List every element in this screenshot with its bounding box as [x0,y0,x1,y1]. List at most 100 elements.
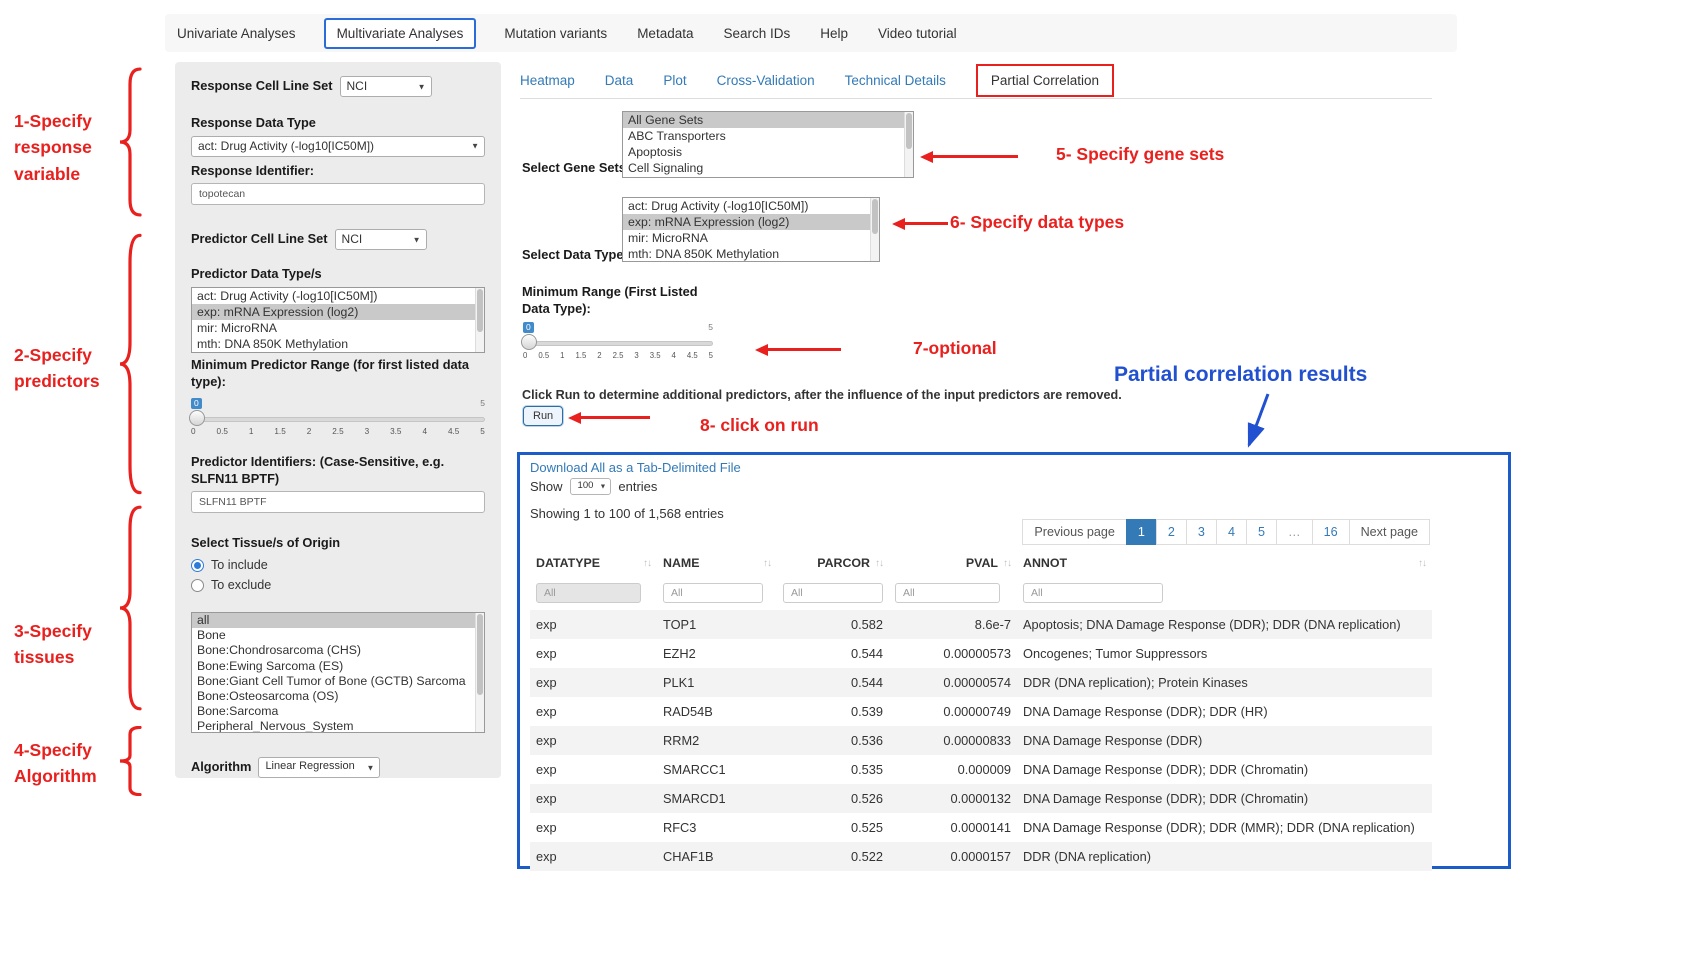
table-row-plk1: expPLK10.5440.00000574DDR (DNA replicati… [530,668,1432,697]
scrollbar-thumb[interactable] [477,289,483,333]
download-link[interactable]: Download All as a Tab-Delimited File [530,460,741,475]
table-row-smarcc1: expSMARCC10.5350.000009DNA Damage Respon… [530,755,1432,784]
nav-tab-metadata[interactable]: Metadata [635,20,695,47]
pagination-3[interactable]: 3 [1186,519,1217,545]
cell-name: TOP1 [657,610,777,639]
nav-tab-search-ids[interactable]: Search IDs [721,20,792,47]
response-data-type-select[interactable]: act: Drug Activity (-log10[IC50M]) ▼ [191,136,485,157]
tissue-option-bone-sarcoma[interactable]: Bone:Sarcoma [192,704,484,719]
gene-set-option-cell-signaling[interactable]: Cell Signaling [623,160,913,176]
slider-handle[interactable] [189,410,205,426]
column-header-annot[interactable]: ANNOT↑↓ [1017,550,1432,576]
predictor-data-type-option-mir-microrna[interactable]: mir: MicroRNA [192,320,484,336]
bracket-step4-icon [116,726,146,796]
cell-datatype: exp [530,813,657,842]
nav-tab-video-tutorial[interactable]: Video tutorial [876,20,959,47]
column-header-name[interactable]: NAME↑↓ [657,550,777,576]
data-type-option-mir-microrna[interactable]: mir: MicroRNA [623,230,879,246]
pagination-next-page[interactable]: Next page [1349,519,1430,545]
response-identifier-input[interactable] [191,183,485,205]
bracket-step2-icon [116,230,146,498]
pagination-1[interactable]: 1 [1126,519,1157,545]
partial-correlation-results-label: Partial correlation results [1114,363,1367,387]
filter-input-annot[interactable] [1023,583,1163,603]
algorithm-select[interactable]: Linear Regression ▼ [258,757,380,778]
annotation-step1: 1-Specify response variable [14,108,92,187]
filter-input-datatype[interactable] [536,583,641,603]
nav-tab-multivariate-analyses[interactable]: Multivariate Analyses [324,18,477,49]
pagination-previous-page[interactable]: Previous page [1022,519,1127,545]
response-cell-line-set-select[interactable]: NCI ▼ [340,76,432,97]
nav-tab-univariate-analyses[interactable]: Univariate Analyses [175,20,298,47]
nav-tab-help[interactable]: Help [818,20,850,47]
cell-pval: 0.00000749 [889,697,1017,726]
scrollbar [475,613,484,732]
arrow-step7-icon [755,343,841,356]
tissue-include-radio[interactable]: To include [191,558,485,572]
cell-pval: 0.0000141 [889,813,1017,842]
data-type-option-act-drug-activity-log10-ic50m[interactable]: act: Drug Activity (-log10[IC50M]) [623,198,879,214]
column-header-parcor[interactable]: PARCOR↑↓ [777,550,889,576]
table-row-top1: expTOP10.5828.6e-7Apoptosis; DNA Damage … [530,610,1432,639]
results-panel: Download All as a Tab-Delimited File Sho… [517,452,1511,869]
nav-tab-mutation-variants[interactable]: Mutation variants [502,20,609,47]
slider-tick: 2 [307,427,312,436]
sidebar-form-panel: Response Cell Line Set NCI ▼ Response Da… [175,62,501,778]
slider-tick: 5 [480,427,485,436]
data-type-option-mth-dna-850k-methylation[interactable]: mth: DNA 850K Methylation [623,246,879,262]
tab-technical-details[interactable]: Technical Details [845,73,946,88]
tissue-option-bone-ewing-sarcoma-es[interactable]: Bone:Ewing Sarcoma (ES) [192,659,484,674]
predictor-identifiers-input[interactable] [191,491,485,513]
gene-set-option-all-gene-sets[interactable]: All Gene Sets [623,112,913,128]
tab-data[interactable]: Data [605,73,634,88]
gene-set-option-abc-transporters[interactable]: ABC Transporters [623,128,913,144]
tissue-option-bone-osteosarcoma-os[interactable]: Bone:Osteosarcoma (OS) [192,689,484,704]
radio-label: To include [211,558,268,572]
filter-input-pval[interactable] [895,583,1000,603]
gene-set-option-apoptosis[interactable]: Apoptosis [623,144,913,160]
predictor-data-type-option-mth-dna-850k-methylation[interactable]: mth: DNA 850K Methylation [192,336,484,352]
entries-per-page-select[interactable]: 100 ▼ [570,478,612,495]
slider-track[interactable] [523,341,713,346]
cell-datatype: exp [530,755,657,784]
predictor-data-type-option-exp-mrna-expression-log2[interactable]: exp: mRNA Expression (log2) [192,304,484,320]
scrollbar-thumb[interactable] [872,199,878,234]
run-instruction-text: Click Run to determine additional predic… [522,388,1122,402]
table-body: expTOP10.5828.6e-7Apoptosis; DNA Damage … [530,610,1432,871]
slider-handle[interactable] [521,334,537,350]
pagination-5[interactable]: 5 [1246,519,1277,545]
pagination-2[interactable]: 2 [1156,519,1187,545]
filter-input-parcor[interactable] [783,583,883,603]
filter-input-name[interactable] [663,583,763,603]
tab-cross-validation[interactable]: Cross-Validation [717,73,815,88]
slider-ticks: 00.511.522.533.544.55 [191,427,485,436]
scrollbar-thumb[interactable] [906,113,912,149]
pagination-4[interactable]: 4 [1216,519,1247,545]
tab-heatmap[interactable]: Heatmap [520,73,575,88]
gene-sets-listbox: All Gene SetsABC TransportersApoptosisCe… [622,111,914,178]
sort-icon: ↑↓ [875,558,883,569]
column-header-datatype[interactable]: DATATYPE↑↓ [530,550,657,576]
tab-partial-correlation[interactable]: Partial Correlation [991,73,1099,88]
tissue-option-all[interactable]: all [192,613,484,628]
scrollbar-thumb[interactable] [477,614,483,695]
column-header-pval[interactable]: PVAL↑↓ [889,550,1017,576]
data-type-option-exp-mrna-expression-log2[interactable]: exp: mRNA Expression (log2) [623,214,879,230]
pagination-ellipsis: … [1276,519,1313,545]
slider-tick: 0.5 [217,427,228,436]
predictor-cell-line-set-value: NCI [342,232,363,246]
tissue-option-peripheral-nervous-system[interactable]: Peripheral_Nervous_System [192,719,484,733]
predictor-data-type-option-act-drug-activity-log10-ic50m[interactable]: act: Drug Activity (-log10[IC50M]) [192,288,484,304]
tissue-option-bone-giant-cell-tumor-of-bone-gctb-sarcoma[interactable]: Bone:Giant Cell Tumor of Bone (GCTB) Sar… [192,674,484,689]
tissue-option-bone[interactable]: Bone [192,628,484,643]
pagination-16[interactable]: 16 [1312,519,1350,545]
chevron-down-icon: ▼ [599,483,606,490]
run-button[interactable]: Run [523,406,563,426]
tissue-exclude-radio[interactable]: To exclude [191,578,485,592]
tissue-option-bone-chondrosarcoma-chs[interactable]: Bone:Chondrosarcoma (CHS) [192,643,484,658]
slider-track[interactable] [191,417,485,422]
scrollbar [870,198,879,261]
chevron-down-icon: ▼ [413,235,421,244]
tab-plot[interactable]: Plot [663,73,686,88]
predictor-cell-line-set-select[interactable]: NCI ▼ [335,229,427,250]
